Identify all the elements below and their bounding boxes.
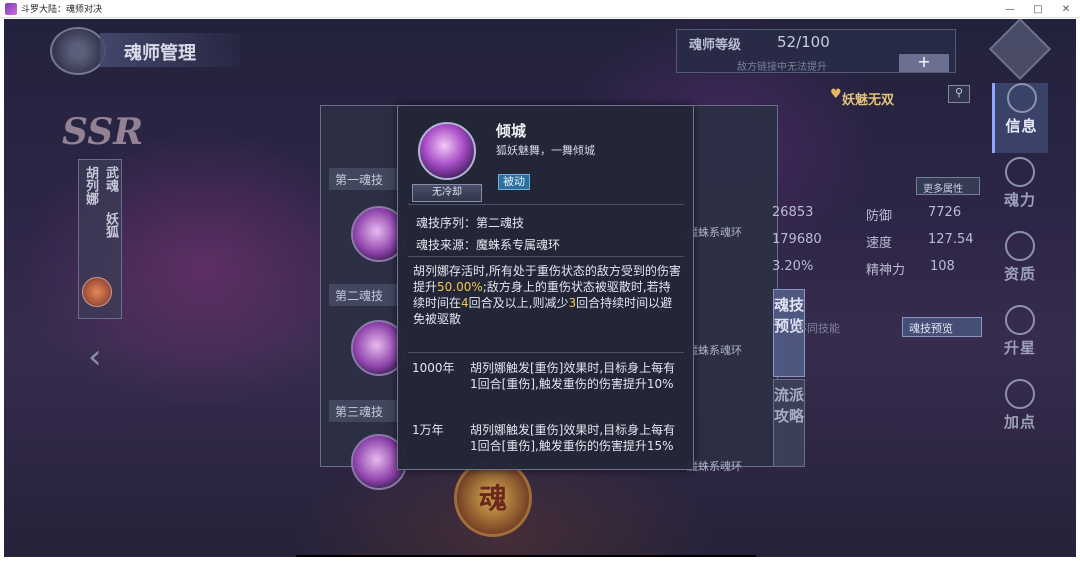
- divider: [408, 256, 684, 257]
- aptitude-icon: [1005, 231, 1035, 261]
- back-emblem-icon[interactable]: [50, 27, 106, 75]
- character-name: 胡列娜: [83, 166, 98, 205]
- level-note: 敌方链接中无法提升: [737, 62, 827, 73]
- window-title: 斗罗大陆：魂师对决: [21, 5, 103, 15]
- window-titlebar: 斗罗大陆：魂师对决 — □ ✕: [0, 0, 1080, 18]
- info-icon: [1006, 83, 1037, 113]
- sidebar-item-soul-power[interactable]: 魂力: [992, 157, 1048, 227]
- sidebar-item-label: 信息: [1005, 117, 1038, 135]
- sidebar-item-label: 魂力: [1003, 191, 1036, 209]
- soul-emblem: 魂: [454, 459, 532, 537]
- page-title: 魂师管理: [100, 33, 240, 67]
- tier-year: 1000年: [412, 361, 455, 375]
- sidebar-item-label: 升星: [1003, 339, 1036, 357]
- stat-defense-value: 7726: [928, 205, 962, 220]
- skill-ring-label: 魔蛛系魂环: [687, 226, 742, 239]
- heart-icon: ♥: [830, 87, 842, 102]
- game-viewport: 魂师管理 魂师等级 52/100 敌方链接中无法提升 + 信息 魂力 资质 升星…: [4, 19, 1076, 557]
- sidebar-item-aptitude[interactable]: 资质: [992, 231, 1048, 301]
- sidebar-item-label: 资质: [1003, 265, 1036, 283]
- effect-highlight-value: 3: [568, 296, 577, 310]
- skill-source: 魂技来源：魔蛛系专属魂环: [416, 238, 561, 252]
- divider: [408, 204, 684, 205]
- level-up-button[interactable]: +: [899, 54, 949, 72]
- tier-year: 1万年: [412, 423, 444, 437]
- soul-power-icon: [1005, 157, 1035, 187]
- different-skill-note: 不同技能: [796, 322, 840, 335]
- sidebar-item-info[interactable]: 信息: [992, 83, 1048, 153]
- stat-defense-label: 防御: [866, 209, 893, 224]
- skill-category-1: 第一魂技: [329, 168, 399, 190]
- character-avatar[interactable]: [82, 277, 112, 307]
- character-title: 妖魅无双: [842, 93, 895, 108]
- skill-name: 倾城: [496, 122, 527, 140]
- skill-type-badge: 被动: [498, 174, 530, 190]
- search-icon[interactable]: ⚲: [948, 85, 970, 103]
- level-panel: 魂师等级 52/100 敌方链接中无法提升 +: [676, 29, 956, 73]
- close-icon[interactable]: ✕: [1052, 0, 1080, 18]
- window-controls: — □ ✕: [996, 0, 1080, 18]
- stat-value: 179680: [772, 232, 822, 247]
- skill-ring-label: 魔蛛系魂环: [687, 460, 742, 473]
- tab-school-guide[interactable]: 流派攻略: [773, 379, 805, 467]
- character-spirit-value: 妖狐: [103, 212, 118, 238]
- skill-ring-label: 魔蛛系魂环: [687, 344, 742, 357]
- sidebar-item-star-up[interactable]: 升星: [992, 305, 1048, 375]
- skill-preview-button[interactable]: 魂技预览: [902, 317, 982, 337]
- cooldown-badge: 无冷却: [412, 184, 482, 202]
- effect-highlight-value: 4: [461, 296, 469, 310]
- tier-effect: 胡列娜触发[重伤]效果时,目标身上每有1回合[重伤],触发重伤的伤害提升15%: [470, 423, 676, 453]
- maximize-icon[interactable]: □: [1024, 0, 1052, 18]
- stat-speed-value: 127.54: [928, 232, 974, 247]
- stat-spirit-value: 108: [930, 259, 955, 274]
- level-label: 魂师等级: [689, 38, 742, 53]
- skill-tooltip: 无冷却 倾城 狐妖魅舞，一舞倾城 被动 魂技序列：第二魂技 魂技来源：魔蛛系专属…: [397, 105, 694, 470]
- bottom-bar: [296, 555, 756, 557]
- sidebar-item-add-point[interactable]: 加点: [992, 379, 1048, 449]
- stat-value: 26853: [772, 205, 814, 220]
- character-spirit-label: 武魂: [103, 166, 118, 192]
- stat-value: 3.20%: [772, 259, 814, 274]
- add-point-icon: [1005, 379, 1035, 409]
- effect-text-part: 回合及以上,则减少: [468, 296, 569, 310]
- stat-speed-label: 速度: [866, 236, 893, 251]
- skill-sequence: 魂技序列：第二魂技: [416, 216, 525, 230]
- skill-category-3: 第三魂技: [329, 400, 399, 422]
- level-value: 52/100: [777, 33, 830, 51]
- star-up-icon: [1005, 305, 1035, 335]
- tier-effect: 胡列娜触发[重伤]效果时,目标身上每有1回合[重伤],触发重伤的伤害提升10%: [470, 361, 676, 391]
- effect-highlight-value: 50.00%: [437, 280, 483, 294]
- app-window: 斗罗大陆：魂师对决 — □ ✕ 魂师管理 魂师等级 52/100 敌方链接中无法…: [0, 0, 1080, 562]
- divider: [408, 352, 684, 353]
- skill-avatar-icon: [418, 122, 476, 180]
- more-attributes-button[interactable]: 更多属性: [916, 177, 980, 195]
- sidebar-item-label: 加点: [1003, 413, 1036, 431]
- minimize-icon[interactable]: —: [996, 0, 1024, 18]
- stat-spirit-label: 精神力: [866, 263, 906, 278]
- chevron-left-icon[interactable]: ‹: [88, 337, 102, 377]
- right-sidebar: 信息 魂力 资质 升星 加点: [992, 79, 1052, 449]
- skill-category-2: 第二魂技: [329, 284, 399, 306]
- rarity-badge: SSR: [62, 111, 144, 153]
- skill-description: 狐妖魅舞，一舞倾城: [496, 144, 595, 157]
- app-icon: [5, 2, 17, 15]
- skill-effect-text: 胡列娜存活时,所有处于重伤状态的敌方受到的伤害提升50.00%;敌方身上的重伤状…: [413, 263, 681, 327]
